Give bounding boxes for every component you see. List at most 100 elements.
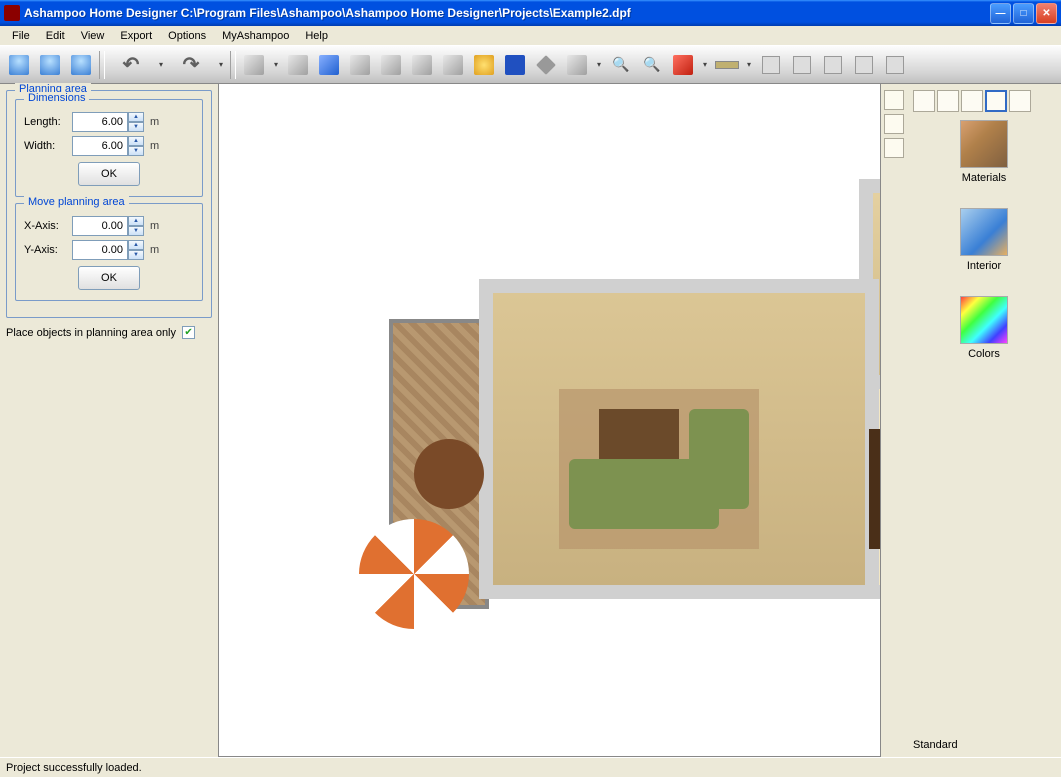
length-input[interactable] (72, 112, 128, 132)
x-axis-input[interactable] (72, 216, 128, 236)
menu-view[interactable]: View (73, 28, 113, 44)
width-label: Width: (24, 140, 66, 152)
menu-edit[interactable]: Edit (38, 28, 73, 44)
width-input[interactable] (72, 136, 128, 156)
menu-myashampoo[interactable]: MyAshampoo (214, 28, 297, 44)
catalog-tab-5[interactable] (1009, 90, 1031, 112)
view-top-button[interactable] (4, 50, 34, 80)
close-button[interactable]: ✕ (1036, 3, 1057, 24)
nav-home-button[interactable] (884, 90, 904, 110)
viewport-canvas[interactable] (218, 84, 881, 757)
colors-icon (960, 296, 1008, 344)
minimize-button[interactable]: — (990, 3, 1011, 24)
object-1-dropdown[interactable] (270, 60, 282, 69)
app-icon (4, 5, 20, 21)
right-column (881, 84, 907, 757)
width-unit: m (150, 140, 159, 152)
y-axis-label: Y-Axis: (24, 244, 66, 256)
x-axis-label: X-Axis: (24, 220, 66, 232)
catalog-tabs (913, 90, 1055, 112)
left-panel: Planning area Dimensions Length: ▲▼ m Wi… (0, 84, 218, 757)
ruler-dropdown[interactable] (743, 60, 755, 69)
undo-button[interactable]: ↶ (108, 50, 154, 80)
window-title: Ashampoo Home Designer C:\Program Files\… (24, 6, 990, 20)
tool-3-button[interactable] (818, 50, 848, 80)
status-bar: Project successfully loaded. (0, 757, 1061, 777)
object-1-button[interactable] (239, 50, 269, 80)
y-axis-input[interactable] (72, 240, 128, 260)
object-8-dropdown[interactable] (593, 60, 605, 69)
tool-1-button[interactable] (756, 50, 786, 80)
object-2-button[interactable] (283, 50, 313, 80)
move-title: Move planning area (24, 196, 129, 208)
maximize-button[interactable]: □ (1013, 3, 1034, 24)
place-objects-checkbox[interactable]: ✔ (182, 326, 195, 339)
undo-dropdown[interactable] (155, 60, 167, 69)
tool-4-button[interactable] (849, 50, 879, 80)
catalog-tab-1[interactable] (913, 90, 935, 112)
floor-plan-3d (389, 179, 881, 609)
catalog-footer: Standard (913, 733, 1055, 751)
view-3d-button[interactable] (66, 50, 96, 80)
catalog-tab-4[interactable] (985, 90, 1007, 112)
status-text: Project successfully loaded. (6, 762, 142, 774)
place-objects-label: Place objects in planning area only (6, 327, 176, 339)
nav-open-button[interactable] (884, 138, 904, 158)
redo-button[interactable]: ↷ (168, 50, 214, 80)
menu-file[interactable]: File (4, 28, 38, 44)
length-unit: m (150, 116, 159, 128)
menubar: File Edit View Export Options MyAshampoo… (0, 26, 1061, 46)
length-up[interactable]: ▲ (128, 112, 144, 122)
width-up[interactable]: ▲ (128, 136, 144, 146)
interior-icon (960, 208, 1008, 256)
move-group: Move planning area X-Axis: ▲▼ m Y-Axis: … (15, 203, 203, 301)
menu-options[interactable]: Options (160, 28, 214, 44)
move-ok-button[interactable]: OK (78, 266, 140, 290)
y-up[interactable]: ▲ (128, 240, 144, 250)
colors-label: Colors (968, 348, 1000, 360)
object-8-button[interactable] (562, 50, 592, 80)
floor-button[interactable] (531, 50, 561, 80)
object-3-button[interactable] (314, 50, 344, 80)
planning-area-group: Planning area Dimensions Length: ▲▼ m Wi… (6, 90, 212, 318)
render-dropdown[interactable] (699, 60, 711, 69)
menu-export[interactable]: Export (112, 28, 160, 44)
toolbar: ↶ ↷ 🔍 🔍 (0, 46, 1061, 84)
right-panel: Materials Interior Colors Standard (907, 84, 1061, 757)
menu-help[interactable]: Help (297, 28, 336, 44)
x-up[interactable]: ▲ (128, 216, 144, 226)
y-unit: m (150, 244, 159, 256)
object-7-button[interactable] (438, 50, 468, 80)
titlebar: Ashampoo Home Designer C:\Program Files\… (0, 0, 1061, 26)
zoom-in-button[interactable]: 🔍 (606, 50, 636, 80)
tool-2-button[interactable] (787, 50, 817, 80)
length-down[interactable]: ▼ (128, 122, 144, 132)
redo-dropdown[interactable] (215, 60, 227, 69)
category-materials[interactable]: Materials (913, 120, 1055, 184)
nav-folder-button[interactable] (884, 114, 904, 134)
width-down[interactable]: ▼ (128, 146, 144, 156)
object-5-button[interactable] (376, 50, 406, 80)
object-6-button[interactable] (407, 50, 437, 80)
length-label: Length: (24, 116, 66, 128)
dimensions-title: Dimensions (24, 92, 89, 104)
dimensions-ok-button[interactable]: OK (78, 162, 140, 186)
object-4-button[interactable] (345, 50, 375, 80)
materials-label: Materials (962, 172, 1007, 184)
materials-icon (960, 120, 1008, 168)
x-unit: m (150, 220, 159, 232)
category-interior[interactable]: Interior (913, 208, 1055, 272)
catalog-tab-3[interactable] (961, 90, 983, 112)
view-perspective-button[interactable] (35, 50, 65, 80)
y-down[interactable]: ▼ (128, 250, 144, 260)
light-button[interactable] (469, 50, 499, 80)
render-button[interactable] (668, 50, 698, 80)
catalog-tab-2[interactable] (937, 90, 959, 112)
ruler-button[interactable] (712, 50, 742, 80)
tool-5-button[interactable] (880, 50, 910, 80)
interior-label: Interior (967, 260, 1001, 272)
x-down[interactable]: ▼ (128, 226, 144, 236)
roof-button[interactable] (500, 50, 530, 80)
category-colors[interactable]: Colors (913, 296, 1055, 360)
zoom-out-button[interactable]: 🔍 (637, 50, 667, 80)
